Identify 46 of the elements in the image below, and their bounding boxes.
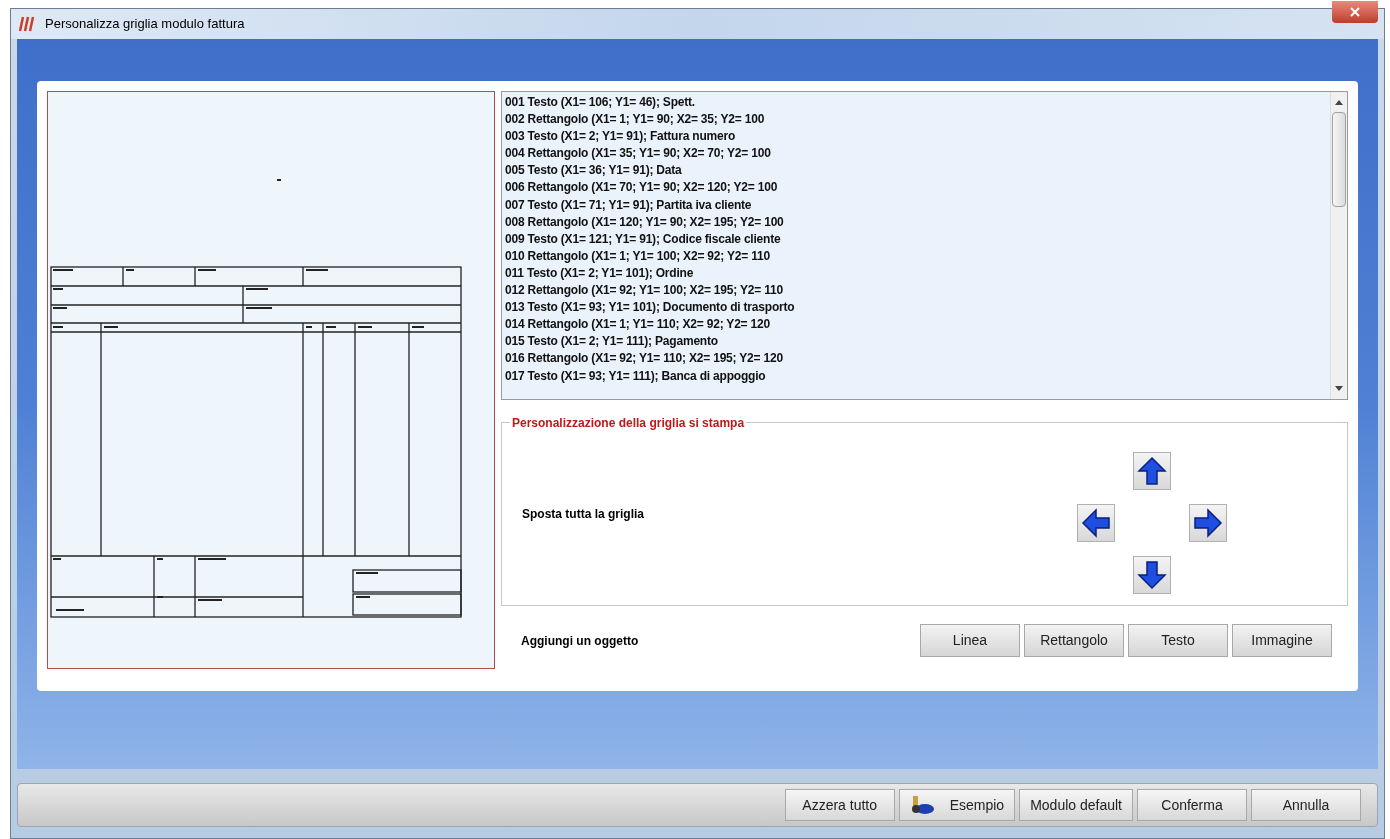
list-item[interactable]: 001 Testo (X1= 106; Y1= 46); Spett.: [505, 94, 1330, 112]
arrow-left-button[interactable]: [1077, 504, 1115, 542]
helper-icon: [909, 795, 936, 815]
add-object-button[interactable]: Linea: [920, 624, 1020, 657]
arrow-right-button[interactable]: [1189, 504, 1227, 542]
add-object-label: Aggiungi un oggetto: [521, 632, 640, 650]
list-item[interactable]: 004 Rettangolo (X1= 35; Y1= 90; X2= 70; Y2= 100: [505, 145, 1330, 163]
footer-button[interactable]: Modulo default: [1019, 789, 1133, 821]
arrow-left-icon: [1081, 508, 1111, 538]
list-item[interactable]: 012 Rettangolo (X1= 92; Y1= 100; X2= 195; Y2= 110: [505, 282, 1330, 300]
arrow-down-icon: [1137, 560, 1167, 590]
list-item[interactable]: 007 Testo (X1= 71; Y1= 91); Partita iva cliente: [505, 196, 1330, 214]
footer-button[interactable]: Conferma: [1137, 789, 1247, 821]
list-item[interactable]: 016 Rettangolo (X1= 92; Y1= 110; X2= 195; Y2= 120: [505, 350, 1330, 368]
add-object-button[interactable]: Rettangolo: [1024, 624, 1124, 657]
list-item[interactable]: 014 Rettangolo (X1= 1; Y1= 110; X2= 92; Y2= 120: [505, 316, 1330, 334]
list-item[interactable]: 015 Testo (X1= 2; Y1= 111); Pagamento: [505, 333, 1330, 351]
objects-list[interactable]: [501, 91, 1348, 400]
close-icon: [1350, 7, 1360, 17]
scroll-up-icon: [1335, 99, 1343, 105]
footer-button[interactable]: Esempio: [898, 789, 1016, 821]
scrollbar[interactable]: [1330, 92, 1347, 399]
list-item[interactable]: 010 Rettangolo (X1= 1; Y1= 100; X2= 92; Y2= 110: [505, 247, 1330, 265]
scroll-down-icon: [1335, 386, 1343, 392]
app-logo-icon: [19, 16, 37, 32]
window-title: Personalizza griglia modulo fattura: [45, 15, 245, 34]
arrow-right-icon: [1193, 508, 1223, 538]
list-item[interactable]: 008 Rettangolo (X1= 120; Y1= 90; X2= 195; Y2= 100: [505, 213, 1330, 231]
scroll-thumb[interactable]: [1332, 112, 1346, 207]
arrow-up-button[interactable]: [1133, 452, 1171, 490]
list-item[interactable]: 003 Testo (X1= 2; Y1= 91); Fattura numero: [505, 128, 1330, 146]
move-grid-label: Sposta tutta la griglia: [522, 506, 645, 523]
add-object-button[interactable]: Immagine: [1232, 624, 1332, 657]
footer-button[interactable]: Azzera tutto: [784, 789, 895, 821]
close-button[interactable]: [1332, 1, 1378, 23]
list-item[interactable]: 011 Testo (X1= 2; Y1= 101); Ordine: [505, 264, 1330, 283]
footer-button[interactable]: Annulla: [1251, 789, 1361, 821]
list-item[interactable]: 005 Testo (X1= 36; Y1= 91); Data: [505, 162, 1330, 180]
list-item[interactable]: 009 Testo (X1= 121; Y1= 91); Codice fiscale cliente: [505, 230, 1330, 248]
list-item[interactable]: 017 Testo (X1= 93; Y1= 111); Banca di appoggio: [505, 367, 1330, 385]
list-item[interactable]: 002 Rettangolo (X1= 1; Y1= 90; X2= 35; Y2= 100: [505, 111, 1330, 129]
list-item[interactable]: 006 Rettangolo (X1= 70; Y1= 90; X2= 120; Y2= 100: [505, 179, 1330, 197]
add-object-button[interactable]: Testo: [1128, 624, 1228, 657]
list-item[interactable]: 013 Testo (X1= 93; Y1= 101); Documento di trasporto: [505, 299, 1330, 317]
arrow-down-button[interactable]: [1133, 556, 1171, 594]
arrow-up-icon: [1137, 456, 1167, 486]
